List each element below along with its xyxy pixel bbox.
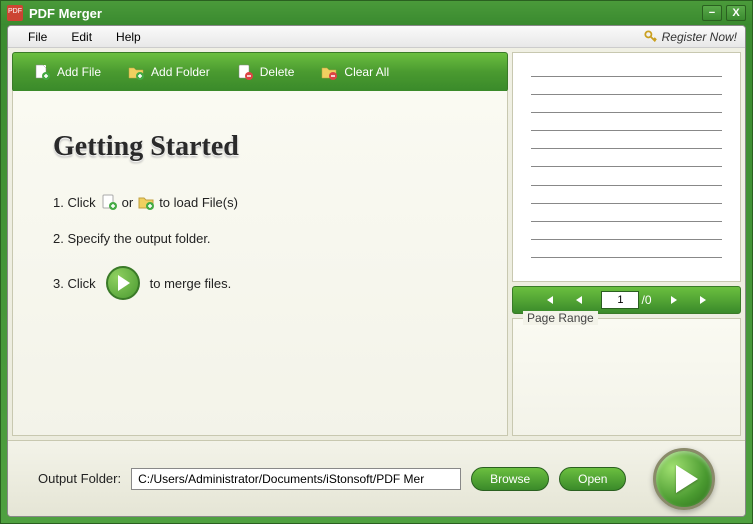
menu-help[interactable]: Help [104,28,153,46]
pager-next-button[interactable] [670,294,680,306]
preview-line [531,221,722,222]
toolbar: Add File Add Folder Delete [12,52,508,92]
preview-box [512,52,741,282]
clear-all-icon [320,63,338,81]
preview-line [531,148,722,149]
pager-first-button[interactable] [543,294,555,306]
page-range-label: Page Range [523,311,598,325]
preview-line [531,257,722,258]
titlebar: PDF Merger − X [1,1,752,25]
output-folder-label: Output Folder: [38,471,121,486]
pager-bar: /0 [512,286,741,314]
menu-edit[interactable]: Edit [59,28,104,46]
register-label: Register Now! [662,30,737,44]
app-title: PDF Merger [29,6,702,21]
step3-text-a: 3. Click [53,276,96,291]
output-folder-input[interactable] [131,468,461,490]
add-file-icon [33,63,51,81]
preview-line [531,112,722,113]
add-file-button[interactable]: Add File [23,59,111,85]
getting-started-heading: Getting Started [53,131,467,163]
step1-file-icon [100,193,118,211]
menubar: File Edit Help Register Now! [8,26,745,48]
register-link[interactable]: Register Now! [644,30,737,44]
step1-text-a: 1. Click [53,195,96,210]
main-area: Add File Add Folder Delete [8,48,745,440]
page-range-box: Page Range [512,318,741,436]
pager-total: /0 [641,293,651,307]
add-folder-button[interactable]: Add Folder [117,59,220,85]
preview-line [531,94,722,95]
add-folder-label: Add Folder [151,65,210,79]
getting-started-panel: Getting Started 1. Click or to load File… [12,91,508,436]
step-3: 3. Click to merge files. [53,266,467,300]
delete-icon [236,63,254,81]
open-button[interactable]: Open [559,467,626,491]
pager-current-input[interactable] [601,291,639,309]
step3-text-b: to merge files. [150,276,232,291]
merge-button[interactable] [653,448,715,510]
pager-center: /0 [601,291,651,309]
left-pane: Add File Add Folder Delete [12,52,508,436]
window-controls: − X [702,5,746,21]
preview-line [531,185,722,186]
delete-button[interactable]: Delete [226,59,305,85]
pager-last-button[interactable] [698,294,710,306]
clear-all-label: Clear All [344,65,389,79]
step1-folder-icon [137,193,155,211]
step3-play-icon [106,266,140,300]
preview-line [531,76,722,77]
close-button[interactable]: X [726,5,746,21]
content: File Edit Help Register Now! Add File [7,25,746,517]
clear-all-button[interactable]: Clear All [310,59,399,85]
step-1: 1. Click or to load File(s) [53,193,467,211]
preview-line [531,166,722,167]
key-icon [644,30,658,44]
preview-line [531,239,722,240]
footer: Output Folder: Browse Open [8,440,745,516]
app-icon [7,5,23,21]
step1-text-c: to load File(s) [159,195,238,210]
app-window: PDF Merger − X File Edit Help Register N… [0,0,753,524]
step-2: 2. Specify the output folder. [53,231,467,246]
pager-prev-button[interactable] [573,294,583,306]
delete-label: Delete [260,65,295,79]
menu-file[interactable]: File [16,28,59,46]
add-folder-icon [127,63,145,81]
add-file-label: Add File [57,65,101,79]
preview-line [531,203,722,204]
preview-line [531,130,722,131]
step1-text-b: or [122,195,134,210]
browse-button[interactable]: Browse [471,467,549,491]
minimize-button[interactable]: − [702,5,722,21]
right-pane: /0 Page Range [512,52,741,436]
